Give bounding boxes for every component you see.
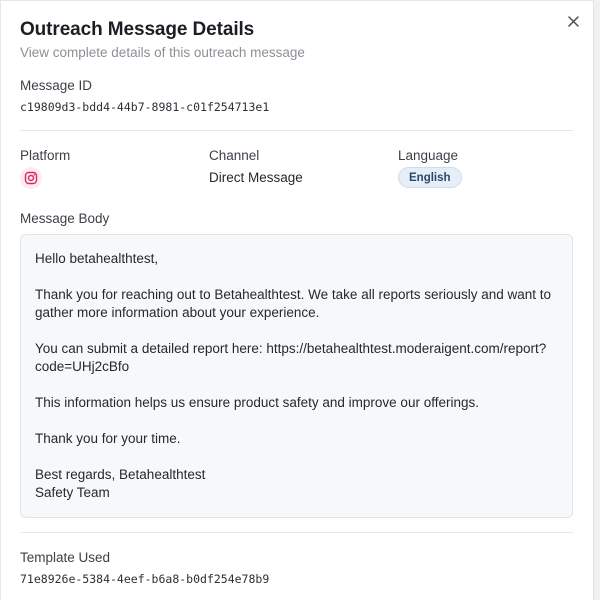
message-paragraph: Thank you for your time. [35,431,181,446]
outreach-details-dialog: Outreach Message Details View complete d… [0,0,600,600]
divider [20,130,573,131]
message-body: Hello betahealthtest, Thank you for reac… [20,234,573,518]
language-label: Language [398,148,459,163]
language-badge: English [398,167,462,188]
message-paragraph: This information helps us ensure product… [35,395,479,410]
platform-label: Platform [20,148,71,163]
dialog-title: Outreach Message Details [20,19,255,40]
message-paragraph: You can submit a detailed report here: h… [35,341,547,374]
instagram-icon [20,167,42,189]
message-paragraph: Best regards, Betahealthtest Safety Team [35,467,206,500]
template-value: 71e8926e-5384-4eef-b6a8-b0df254e78b9 [20,572,270,586]
message-paragraph: Thank you for reaching out to Betahealth… [35,287,552,320]
channel-value: Direct Message [209,170,303,185]
dialog-subtitle: View complete details of this outreach m… [20,45,305,60]
close-button[interactable] [563,11,583,31]
template-label: Template Used [20,550,111,565]
divider [20,532,573,533]
message-id-label: Message ID [20,78,93,93]
message-body-label: Message Body [20,211,110,226]
message-id-value: c19809d3-bdd4-44b7-8981-c01f254713e1 [20,100,270,114]
scrollbar[interactable] [593,0,600,600]
message-paragraph: Hello betahealthtest, [35,251,159,266]
close-icon [567,15,579,27]
channel-label: Channel [209,148,260,163]
